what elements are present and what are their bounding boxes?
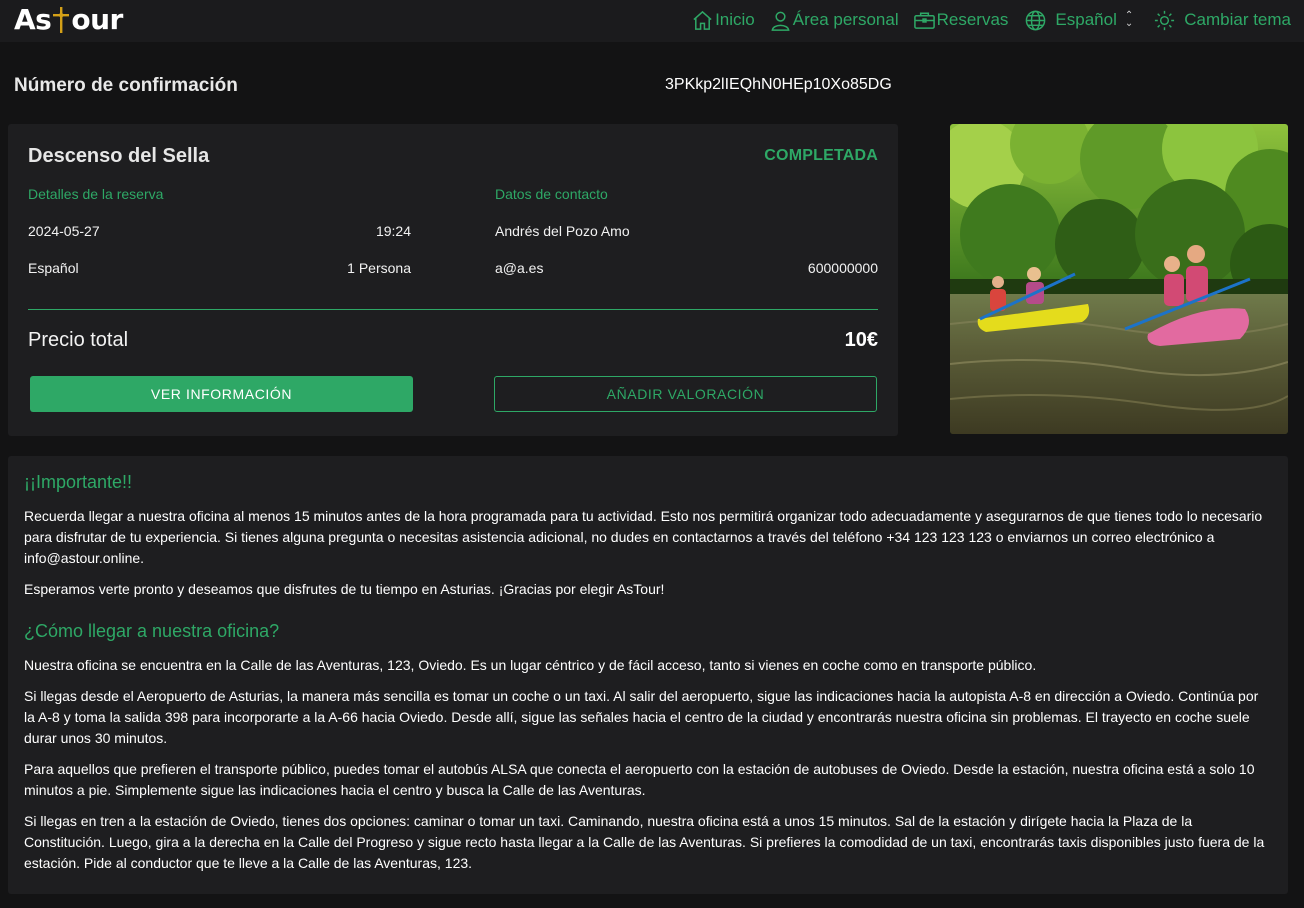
logo-text-left: As xyxy=(14,3,52,36)
booking-time: 19:24 xyxy=(375,223,411,239)
important-paragraph-1: Recuerda llegar a nuestra oficina al men… xyxy=(24,508,1263,566)
contact-name: Andrés del Pozo Amo xyxy=(495,223,630,239)
briefcase-icon xyxy=(913,12,935,29)
booking-language: Español xyxy=(28,260,79,276)
how-to-paragraph-2: Si llegas desde el Aeropuerto de Asturia… xyxy=(24,688,1259,746)
total-price-label: Precio total xyxy=(28,329,129,351)
nav-reservas[interactable]: Reservas xyxy=(913,9,1009,32)
language-select[interactable]: Español ⌃ ⌄ xyxy=(1024,9,1133,32)
booking-date: 2024-05-27 xyxy=(28,223,100,239)
how-to-paragraph-4: Si llegas en tren a la estación de Ovied… xyxy=(24,813,1265,871)
status-badge: COMPLETADA xyxy=(764,147,878,164)
activity-title: Descenso del Sella xyxy=(28,145,210,167)
nav-reservas-label: Reservas xyxy=(936,10,1009,29)
nav-cambiar-tema[interactable]: Cambiar tema xyxy=(1153,9,1291,32)
globe-icon xyxy=(1026,10,1046,30)
important-paragraph-2: Esperamos verte pronto y deseamos que di… xyxy=(24,581,665,597)
cross-icon xyxy=(53,6,70,33)
top-navbar: As our Inicio Área personal Reservas Esp… xyxy=(0,0,1304,42)
contact-email: a@a.es xyxy=(495,260,544,276)
how-to-paragraph-3: Para aquellos que prefieren el transport… xyxy=(24,761,1255,798)
logo-text-right: our xyxy=(71,3,123,36)
language-select-label: Español xyxy=(1055,10,1117,29)
nav-inicio-label: Inicio xyxy=(715,10,755,29)
card-divider xyxy=(28,309,878,310)
nav-area-personal-label: Área personal xyxy=(792,10,899,29)
total-price-value: 10€ xyxy=(844,329,878,351)
how-to-paragraph-1: Nuestra oficina se encuentra en la Calle… xyxy=(24,657,1037,673)
details-heading: Detalles de la reserva xyxy=(28,186,164,202)
main-nav: Inicio Área personal Reservas Español ⌃ ⌄ xyxy=(677,0,1291,40)
astour-logo[interactable]: As our xyxy=(14,3,123,36)
nav-inicio[interactable]: Inicio xyxy=(691,9,755,32)
user-icon xyxy=(771,11,790,31)
how-to-arrive-title: ¿Cómo llegar a nuestra oficina? xyxy=(24,621,280,641)
booking-people: 1 Persona xyxy=(347,260,411,276)
contact-heading: Datos de contacto xyxy=(495,186,608,202)
home-icon xyxy=(693,10,712,30)
select-arrows-icon: ⌃ ⌄ xyxy=(1124,10,1134,29)
add-rating-button[interactable]: AÑADIR VALORACIÓN xyxy=(494,376,877,412)
sun-icon xyxy=(1155,10,1175,30)
kayak-river-image xyxy=(950,124,1288,434)
important-title: ¡¡Importante!! xyxy=(24,472,133,492)
confirmation-code: 3PKkp2lIEQhN0HEp10Xo85DG xyxy=(665,76,892,93)
nav-area-personal[interactable]: Área personal xyxy=(769,9,899,32)
view-info-button[interactable]: VER INFORMACIÓN xyxy=(30,376,413,412)
activity-photo xyxy=(950,124,1288,434)
contact-phone: 600000000 xyxy=(807,260,878,276)
booking-card: Descenso del Sella COMPLETADA Detalles d… xyxy=(8,124,898,436)
nav-cambiar-tema-label: Cambiar tema xyxy=(1184,10,1291,29)
info-panel: ¡¡Importante!! Recuerda llegar a nuestra… xyxy=(8,456,1288,894)
confirmation-label: Número de confirmación xyxy=(14,75,238,96)
